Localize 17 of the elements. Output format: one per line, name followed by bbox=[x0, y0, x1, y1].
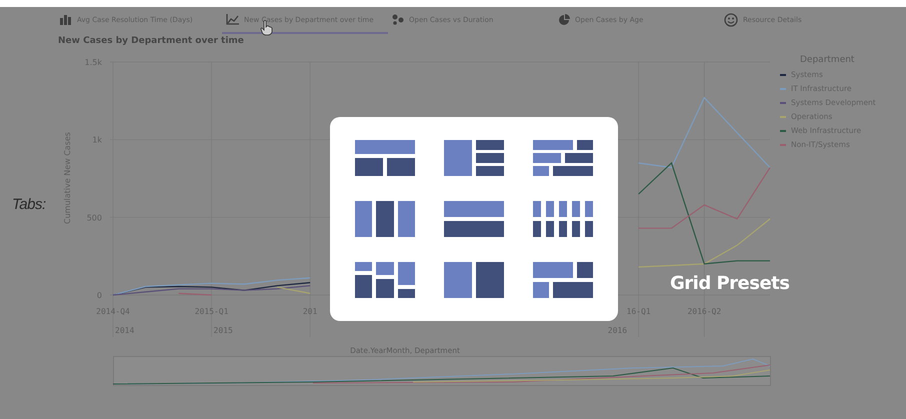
tabs-caption: Tabs: bbox=[12, 196, 46, 213]
grid-layout-icon[interactable] bbox=[354, 139, 416, 177]
grid-layout-icon[interactable] bbox=[443, 139, 505, 177]
grid-layout-icon[interactable] bbox=[354, 200, 416, 238]
line-chart-icon bbox=[226, 14, 239, 25]
grid-layout-icon[interactable] bbox=[532, 200, 594, 238]
grid-layout-icon[interactable] bbox=[443, 261, 505, 299]
pie-chart-icon bbox=[558, 14, 570, 26]
grid-layout-icon[interactable] bbox=[443, 200, 505, 238]
smiley-icon bbox=[724, 12, 738, 26]
grid-layout-icon[interactable] bbox=[532, 261, 594, 299]
grid-layout-icon[interactable] bbox=[354, 261, 416, 299]
grid-presets-caption: Grid Presets bbox=[670, 273, 790, 294]
bar-chart-icon bbox=[60, 14, 72, 25]
scatter-icon bbox=[392, 14, 404, 25]
chart-title: New Cases by Department over time bbox=[57, 35, 245, 48]
grid-layout-icon[interactable] bbox=[532, 139, 594, 177]
